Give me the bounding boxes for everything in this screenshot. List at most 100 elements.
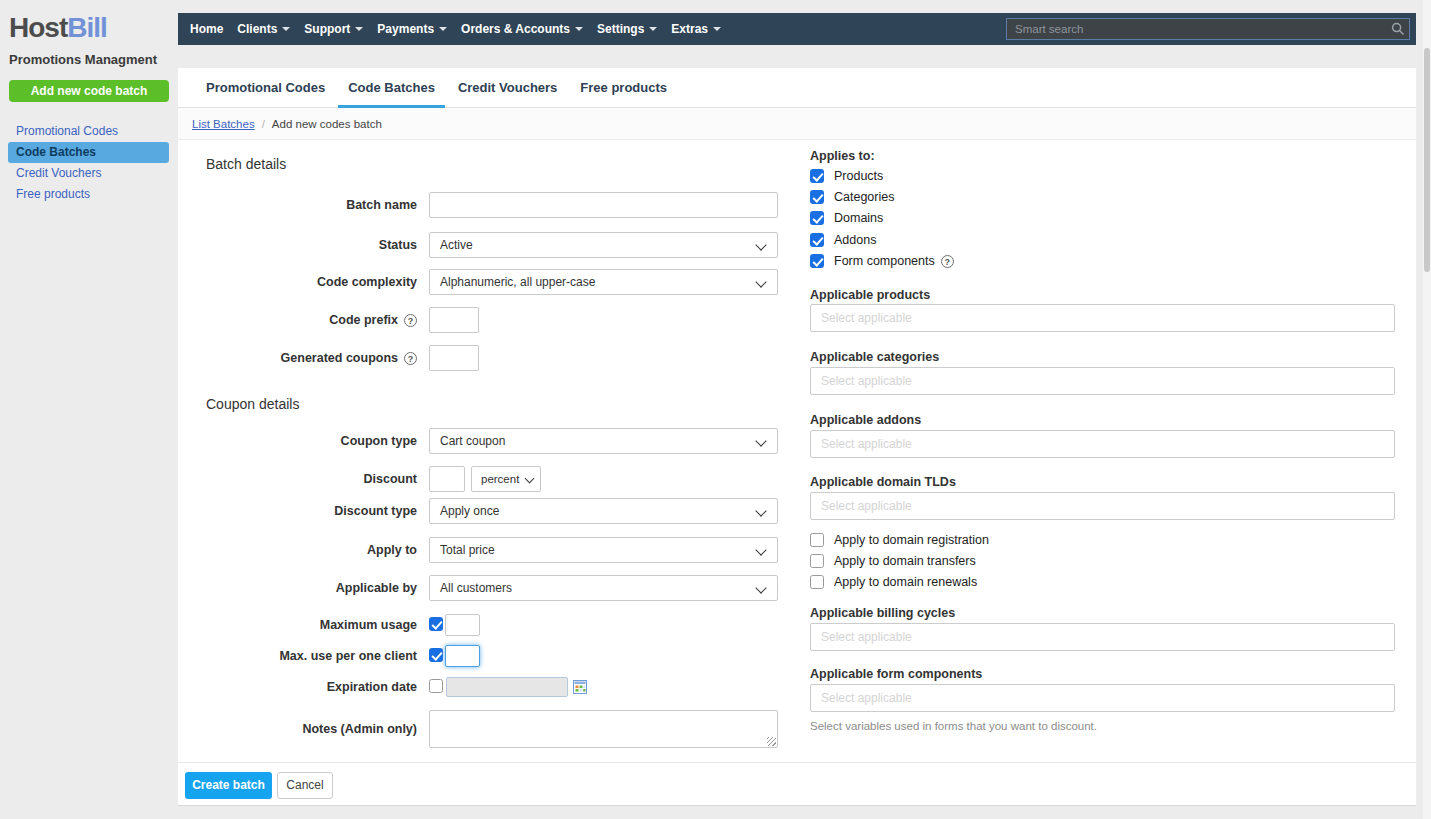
search-input[interactable] — [1006, 18, 1410, 40]
chevron-down-icon — [713, 27, 721, 31]
status-select[interactable]: Active — [429, 232, 778, 258]
discount-input[interactable] — [429, 466, 465, 492]
applicable-domain-tlds-input[interactable] — [810, 492, 1395, 520]
field-label: Generated coupons? — [178, 345, 417, 371]
select-value: Cart coupon — [440, 434, 505, 448]
expiration-date-input[interactable] — [446, 677, 568, 697]
domain-transfers-row: Apply to domain transfers — [810, 554, 976, 568]
tab-free-products[interactable]: Free products — [570, 68, 677, 107]
logo-bill: Bill — [67, 12, 107, 43]
chevron-down-icon — [755, 505, 766, 516]
applicable-by-select[interactable]: All customers — [429, 575, 778, 601]
cancel-button[interactable]: Cancel — [277, 772, 333, 799]
nav-item-extras[interactable]: Extras — [664, 22, 728, 36]
checkbox-label: Categories — [834, 190, 894, 204]
field-label: Max. use per one client — [178, 645, 417, 667]
field-row-discount: Discount percent — [178, 466, 541, 492]
applicable-categories-input[interactable] — [810, 367, 1395, 395]
tab-promotional-codes[interactable]: Promotional Codes — [196, 68, 335, 107]
help-icon[interactable]: ? — [404, 314, 417, 327]
search-icon — [1391, 22, 1405, 36]
domain-registration-row: Apply to domain registration — [810, 533, 989, 547]
field-row-code-prefix: Code prefix? — [178, 307, 479, 333]
apply-domain-registration-checkbox[interactable] — [810, 533, 824, 547]
coupon-type-select[interactable]: Cart coupon — [429, 428, 778, 454]
chevron-down-icon — [755, 239, 766, 250]
smart-search — [1006, 18, 1410, 40]
nav-item-label: Extras — [671, 22, 708, 36]
logo-host: Host — [9, 12, 67, 43]
field-label: Expiration date — [178, 677, 417, 697]
tab-code-batches[interactable]: Code Batches — [338, 68, 445, 107]
applies-products-row: Products — [810, 169, 883, 183]
help-icon[interactable]: ? — [941, 255, 954, 268]
create-batch-button[interactable]: Create batch — [185, 772, 272, 799]
chevron-down-icon — [649, 27, 657, 31]
applicable-form-components-input[interactable] — [810, 684, 1395, 712]
select-value: Alphanumeric, all upper-case — [440, 275, 595, 289]
page-scrollbar — [1423, 0, 1431, 819]
calendar-icon[interactable] — [573, 680, 587, 694]
apply-to-select[interactable]: Total price — [429, 537, 778, 563]
applicable-products-label: Applicable products — [810, 288, 930, 302]
applicable-addons-input[interactable] — [810, 430, 1395, 458]
checkbox-label: Apply to domain registration — [834, 533, 989, 547]
apply-domain-renewals-checkbox[interactable] — [810, 575, 824, 589]
top-navbar: Home Clients Support Payments Orders & A… — [178, 13, 1416, 45]
addons-checkbox[interactable] — [810, 233, 824, 247]
field-row-coupon-type: Coupon type Cart coupon — [178, 428, 778, 454]
products-checkbox[interactable] — [810, 169, 824, 183]
breadcrumb-separator: / — [262, 118, 265, 130]
nav-item-payments[interactable]: Payments — [370, 22, 454, 36]
nav-item-support[interactable]: Support — [297, 22, 370, 36]
code-prefix-input[interactable] — [429, 307, 479, 333]
nav-item-label: Home — [190, 22, 223, 36]
help-icon[interactable]: ? — [404, 352, 417, 365]
sidebar-item-promotional-codes[interactable]: Promotional Codes — [0, 121, 178, 142]
nav-item-clients[interactable]: Clients — [230, 22, 297, 36]
notes-textarea[interactable] — [429, 710, 778, 748]
scrollbar-thumb[interactable] — [1424, 48, 1430, 272]
applicable-products-input[interactable] — [810, 304, 1395, 332]
nav-item-orders-accounts[interactable]: Orders & Accounts — [454, 22, 590, 36]
notes-textarea-wrap — [429, 710, 778, 748]
chevron-down-icon — [282, 27, 290, 31]
checkbox-label: Products — [834, 169, 883, 183]
breadcrumb-current: Add new codes batch — [272, 118, 382, 130]
nav-item-label: Support — [304, 22, 350, 36]
expiration-date-checkbox[interactable] — [429, 679, 443, 693]
chevron-down-icon — [755, 582, 766, 593]
nav-item-label: Clients — [237, 22, 277, 36]
hostbill-logo: HostBill — [9, 12, 107, 44]
categories-checkbox[interactable] — [810, 190, 824, 204]
field-label: Status — [178, 232, 417, 258]
batch-name-input[interactable] — [429, 192, 778, 218]
form-components-checkbox[interactable] — [810, 254, 824, 268]
nav-item-settings[interactable]: Settings — [590, 22, 664, 36]
field-row-discount-type: Discount type Apply once — [178, 498, 778, 524]
max-use-per-client-checkbox[interactable] — [429, 648, 443, 662]
select-value: percent — [481, 473, 519, 485]
applies-categories-row: Categories — [810, 190, 894, 204]
discount-unit-select[interactable]: percent — [471, 466, 541, 492]
sidebar-item-code-batches[interactable]: Code Batches — [8, 142, 169, 163]
domains-checkbox[interactable] — [810, 211, 824, 225]
tab-credit-vouchers[interactable]: Credit Vouchers — [448, 68, 567, 107]
code-complexity-select[interactable]: Alphanumeric, all upper-case — [429, 269, 778, 295]
maximum-usage-checkbox[interactable] — [429, 617, 443, 631]
sidebar-item-free-products[interactable]: Free products — [0, 184, 178, 205]
max-use-per-client-input[interactable] — [445, 645, 480, 667]
sidebar-item-credit-vouchers[interactable]: Credit Vouchers — [0, 163, 178, 184]
applicable-billing-cycles-input[interactable] — [810, 623, 1395, 651]
maximum-usage-input[interactable] — [445, 614, 480, 636]
nav-item-home[interactable]: Home — [183, 22, 230, 36]
field-label: Batch name — [178, 192, 417, 218]
discount-type-select[interactable]: Apply once — [429, 498, 778, 524]
field-label: Apply to — [178, 537, 417, 563]
breadcrumb-link-list-batches[interactable]: List Batches — [192, 118, 255, 130]
main-content-card: Promotional Codes Code Batches Credit Vo… — [178, 68, 1416, 806]
apply-domain-transfers-checkbox[interactable] — [810, 554, 824, 568]
add-new-code-batch-button[interactable]: Add new code batch — [9, 80, 169, 102]
generated-coupons-input[interactable] — [429, 345, 479, 371]
applicable-addons-label: Applicable addons — [810, 413, 921, 427]
